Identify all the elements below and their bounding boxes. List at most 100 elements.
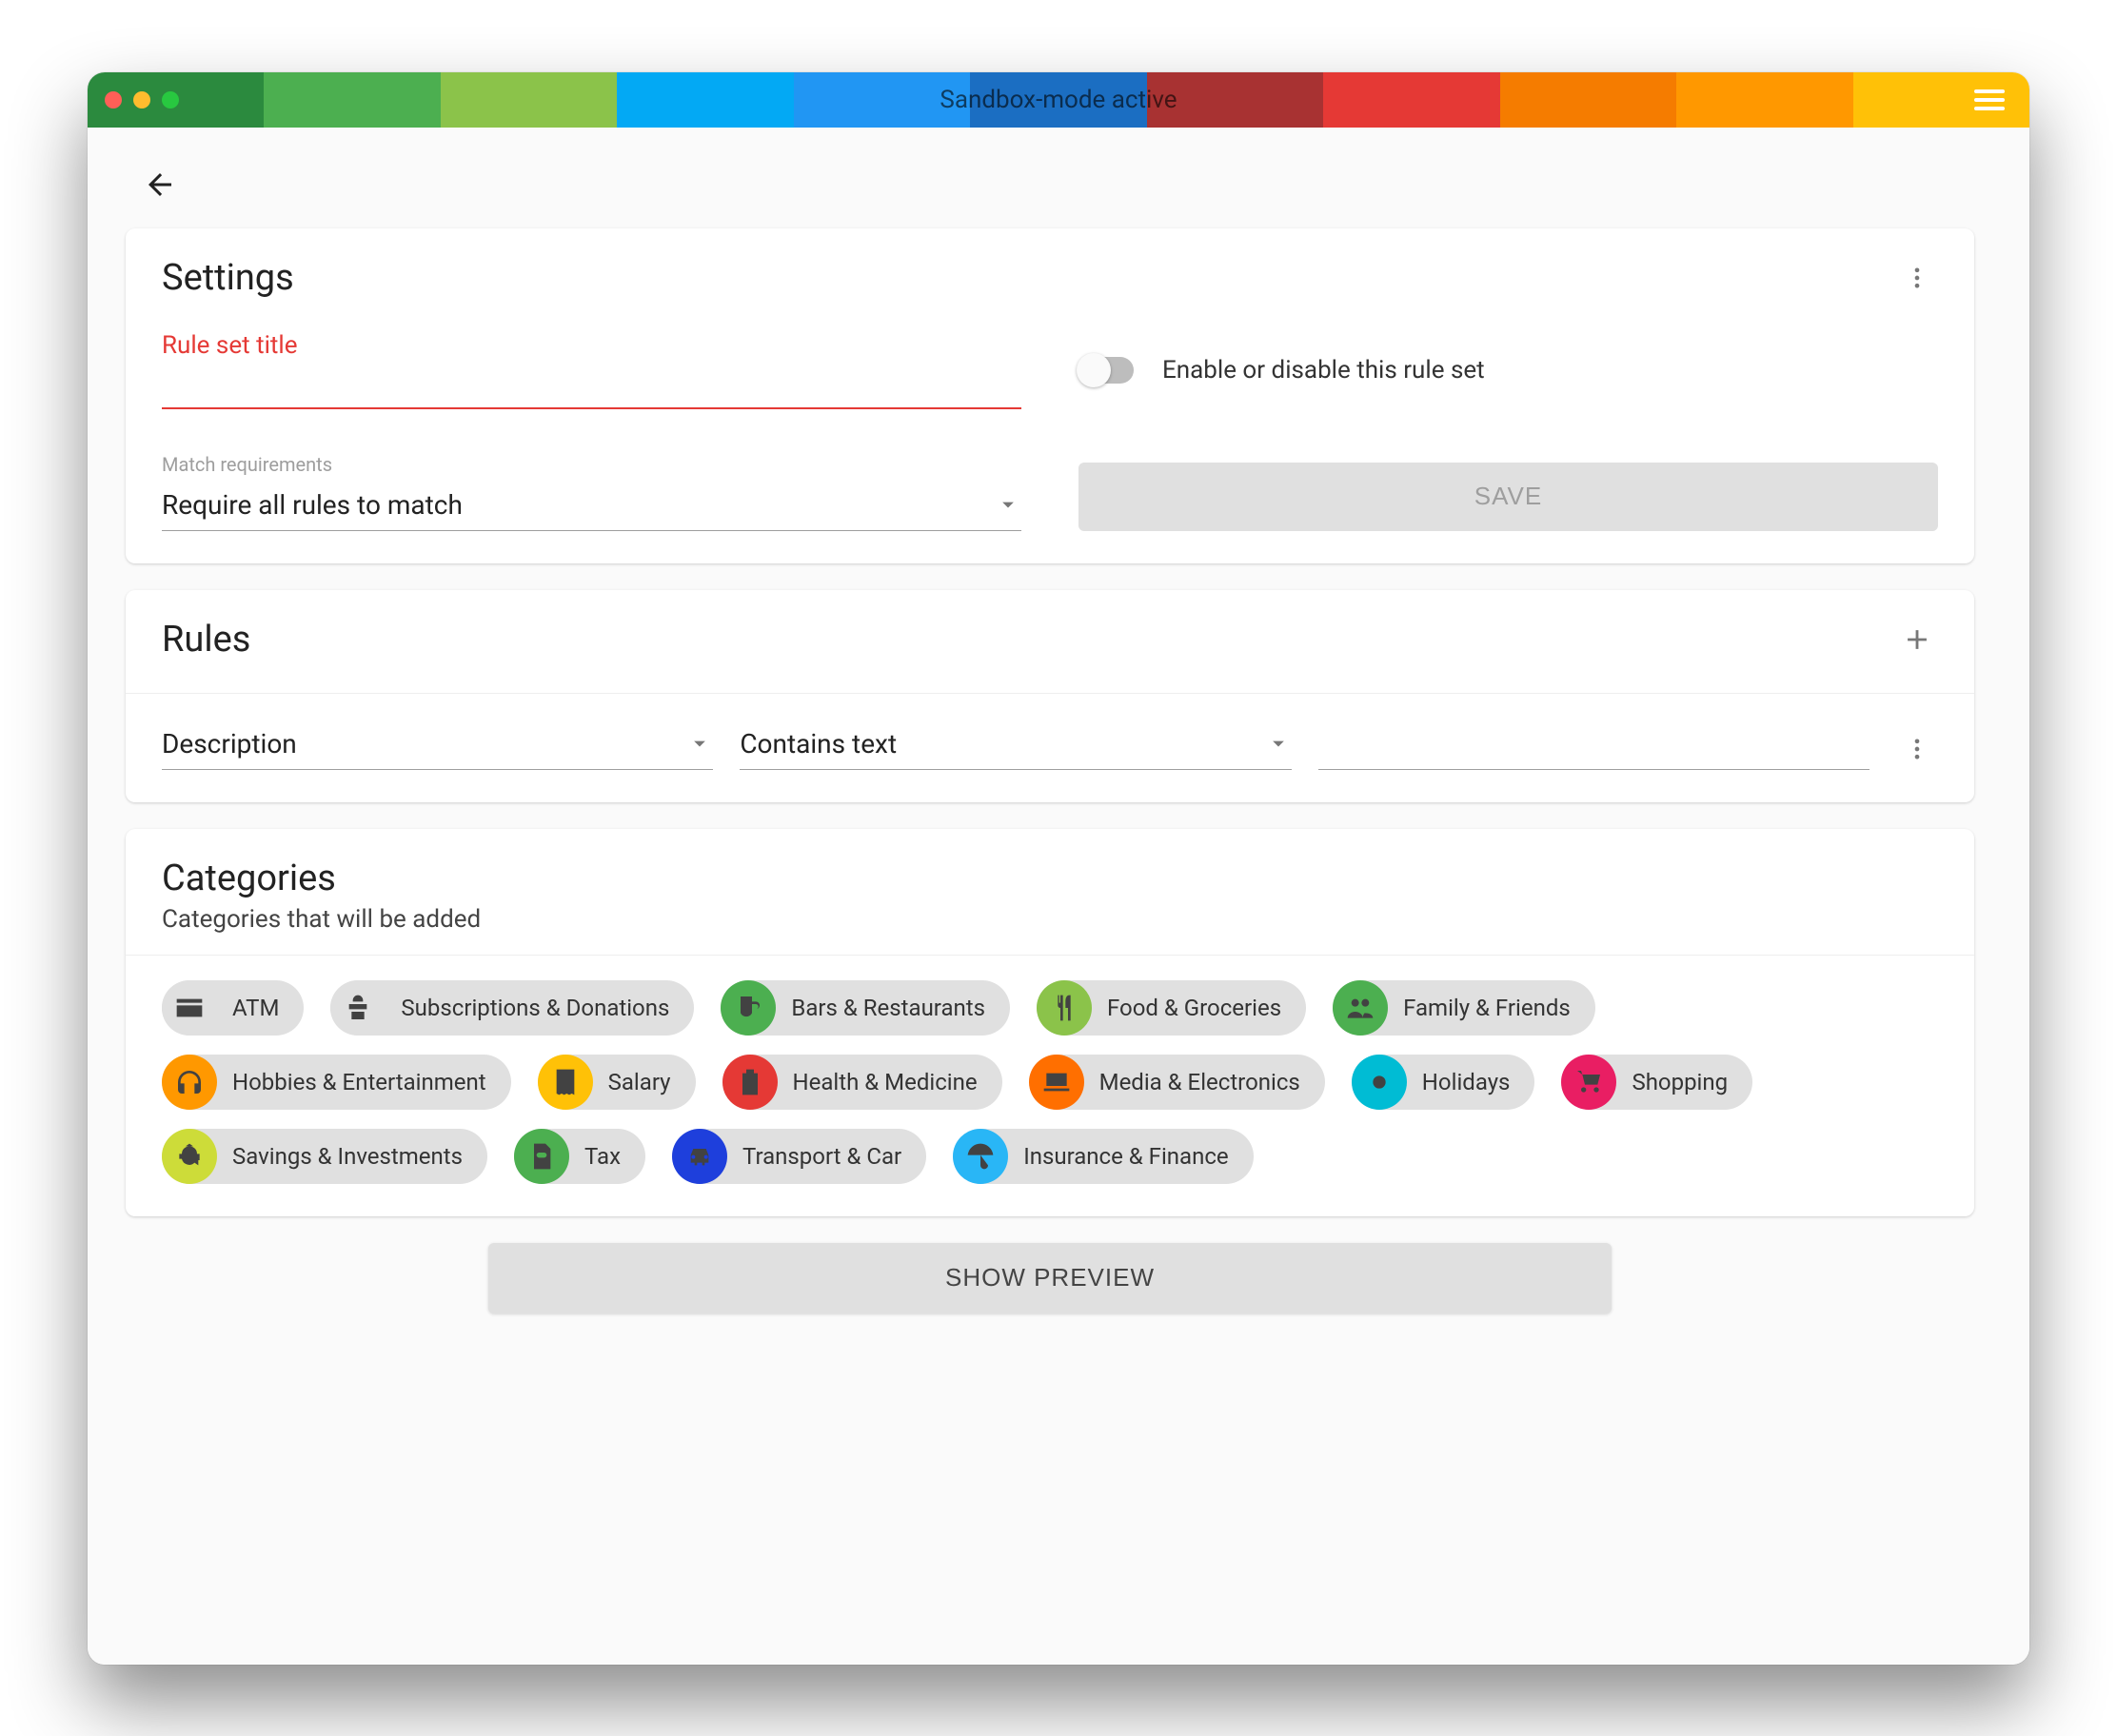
arrow-left-icon (143, 168, 177, 202)
rules-card: Rules Description Contains text (126, 590, 1974, 802)
category-chip[interactable]: Tax (514, 1129, 645, 1184)
caret-down-icon (1265, 730, 1292, 757)
rule-title-input[interactable] (162, 360, 1021, 409)
rule-row: Description Contains text (162, 720, 1938, 770)
category-icon-wrap (953, 1129, 1008, 1184)
category-chip-label: Insurance & Finance (1023, 1143, 1228, 1170)
match-requirements-field: Match requirements Require all rules to … (162, 453, 1021, 531)
category-icon-wrap (330, 980, 386, 1036)
enable-ruleset-toggle[interactable] (1078, 357, 1134, 384)
rule-title-field: Rule set title (162, 331, 1021, 409)
rules-title: Rules (162, 619, 250, 661)
category-chip-label: Bars & Restaurants (791, 995, 985, 1021)
category-chip-label: Holidays (1422, 1069, 1511, 1095)
match-requirements-value: Require all rules to match (162, 489, 995, 521)
rule-operator-select[interactable]: Contains text (740, 720, 1291, 770)
category-icon-wrap (721, 980, 776, 1036)
category-icon-wrap (162, 980, 217, 1036)
category-chip[interactable]: Holidays (1352, 1055, 1535, 1110)
category-chip-label: ATM (232, 995, 279, 1021)
category-chip[interactable]: Bars & Restaurants (721, 980, 1010, 1036)
enable-ruleset-label: Enable or disable this rule set (1162, 356, 1485, 385)
umbrella-icon (965, 1141, 996, 1172)
file-dollar-icon (526, 1141, 557, 1172)
donate-icon (343, 993, 373, 1023)
category-chip[interactable]: Salary (538, 1055, 696, 1110)
window-close-button[interactable] (105, 91, 122, 108)
more-vert-icon (1904, 265, 1930, 291)
show-preview-button[interactable]: SHOW PREVIEW (488, 1243, 1612, 1313)
settings-more-button[interactable] (1896, 257, 1938, 299)
category-icon-wrap (538, 1055, 593, 1110)
clipboard-icon (735, 1067, 765, 1097)
category-chip-label: Media & Electronics (1099, 1069, 1300, 1095)
category-icon-wrap (1561, 1055, 1616, 1110)
category-icon-wrap (1029, 1055, 1084, 1110)
category-chip-label: Tax (584, 1143, 621, 1170)
window-zoom-button[interactable] (162, 91, 179, 108)
category-chip-label: Food & Groceries (1107, 995, 1281, 1021)
match-requirements-select[interactable]: Require all rules to match (162, 482, 1021, 531)
category-chip-label: Health & Medicine (793, 1069, 978, 1095)
match-requirements-label: Match requirements (162, 453, 1021, 476)
category-chip[interactable]: Transport & Car (672, 1129, 926, 1184)
window-minimize-button[interactable] (133, 91, 150, 108)
category-chip-label: Subscriptions & Donations (401, 995, 669, 1021)
category-chip[interactable]: Media & Electronics (1029, 1055, 1325, 1110)
category-icon-wrap (1037, 980, 1092, 1036)
menu-button[interactable] (1974, 89, 2005, 110)
users-icon (1345, 993, 1375, 1023)
back-button[interactable] (143, 168, 177, 202)
settings-card: Settings Rule set title Enable or disabl… (126, 228, 1974, 563)
headphones-icon (174, 1067, 205, 1097)
utensils-icon (1049, 993, 1079, 1023)
category-chip[interactable]: Savings & Investments (162, 1129, 487, 1184)
laptop-icon (1041, 1067, 1072, 1097)
category-chip-label: Transport & Car (742, 1143, 901, 1170)
category-chip[interactable]: Food & Groceries (1037, 980, 1306, 1036)
car-icon (684, 1141, 715, 1172)
category-chip-label: Savings & Investments (232, 1143, 463, 1170)
credit-card-icon (174, 993, 205, 1023)
rule-field-select[interactable]: Description (162, 720, 713, 770)
receipt-icon (550, 1067, 581, 1097)
categories-title: Categories (162, 858, 1938, 899)
category-chip-label: Salary (608, 1069, 671, 1095)
add-rule-button[interactable] (1896, 619, 1938, 661)
category-chip[interactable]: ATM (162, 980, 304, 1036)
rule-value-input[interactable] (1318, 728, 1870, 770)
category-icon-wrap (514, 1129, 569, 1184)
caret-down-icon (995, 491, 1021, 518)
category-chip-label: Family & Friends (1403, 995, 1571, 1021)
category-icon-wrap (672, 1129, 727, 1184)
app-body: Settings Rule set title Enable or disabl… (88, 128, 2029, 1665)
category-chip[interactable]: Shopping (1561, 1055, 1752, 1110)
titlebar: Sandbox-mode active (88, 72, 2029, 128)
category-icon-wrap (1333, 980, 1388, 1036)
rule-operator-value: Contains text (740, 728, 1264, 760)
rule-title-label: Rule set title (162, 331, 298, 360)
rule-field-value: Description (162, 728, 686, 760)
titlebar-stripes (88, 72, 2029, 128)
category-chip[interactable]: Subscriptions & Donations (330, 980, 694, 1036)
category-icon-wrap (162, 1055, 217, 1110)
window-controls (105, 91, 179, 108)
rule-row-more-button[interactable] (1896, 728, 1938, 770)
category-chip-label: Shopping (1632, 1069, 1728, 1095)
category-chip[interactable]: Family & Friends (1333, 980, 1595, 1036)
category-icon-wrap (1352, 1055, 1407, 1110)
category-icon-wrap (722, 1055, 778, 1110)
save-button[interactable]: SAVE (1078, 463, 1938, 531)
category-chip[interactable]: Insurance & Finance (953, 1129, 1253, 1184)
categories-card: Categories Categories that will be added… (126, 829, 1974, 1216)
category-chip[interactable]: Hobbies & Entertainment (162, 1055, 511, 1110)
category-chip-label: Hobbies & Entertainment (232, 1069, 486, 1095)
scrollbar[interactable] (2012, 128, 2029, 1665)
content-scroll[interactable]: Settings Rule set title Enable or disabl… (88, 128, 2012, 1665)
divider (126, 693, 1974, 694)
beer-icon (733, 993, 763, 1023)
category-chip[interactable]: Health & Medicine (722, 1055, 1002, 1110)
categories-subtitle: Categories that will be added (162, 905, 1938, 934)
category-chips: ATM Subscriptions & Donations Bars & Resta… (162, 980, 1938, 1184)
sun-icon (1364, 1067, 1395, 1097)
